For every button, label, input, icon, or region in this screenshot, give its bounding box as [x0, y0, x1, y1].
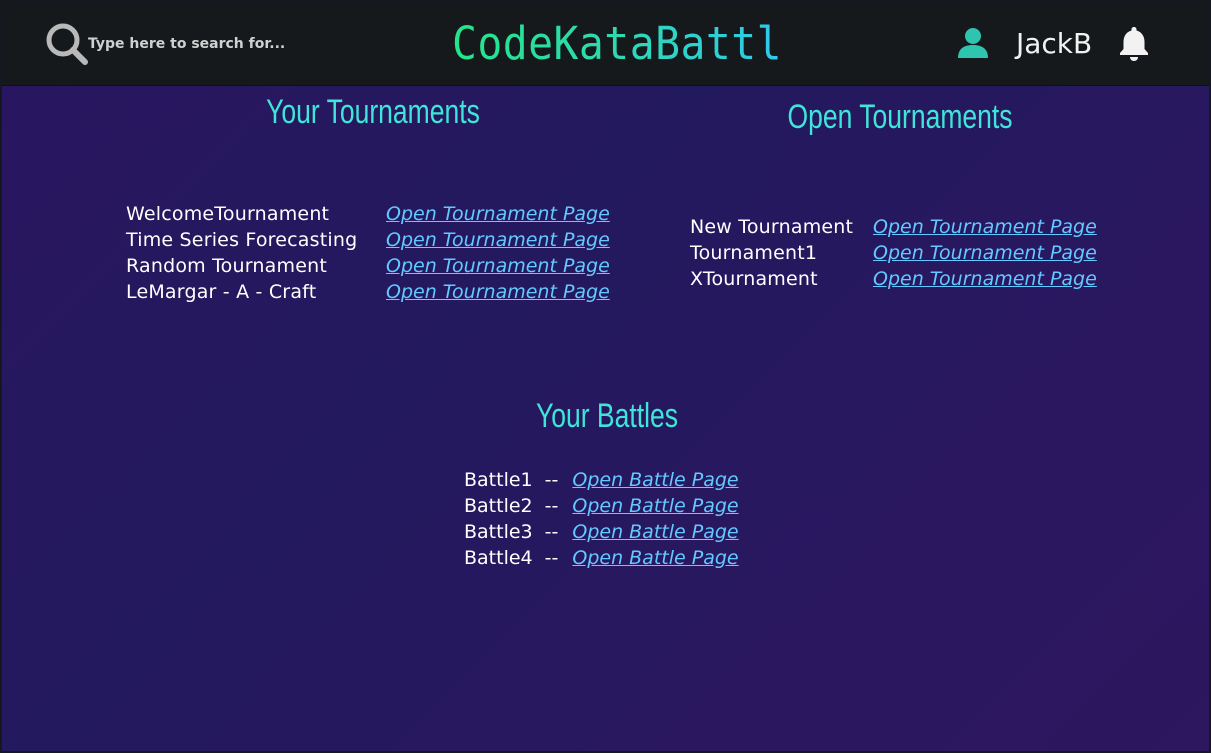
user-icon[interactable] — [956, 26, 990, 60]
tournament-row: XTournament Open Tournament Page — [690, 266, 1097, 292]
tournament-name: XTournament — [690, 268, 818, 290]
battle-row: Battle2 -- Open Battle Page — [464, 493, 739, 519]
battle-row: Battle3 -- Open Battle Page — [464, 519, 739, 545]
search-icon[interactable] — [44, 21, 90, 67]
open-tournament-page-link[interactable]: Open Tournament Page — [386, 281, 610, 303]
tournament-row: Random Tournament Open Tournament Page — [126, 253, 610, 279]
open-battle-page-link[interactable]: Open Battle Page — [572, 545, 738, 571]
open-tournament-page-link[interactable]: Open Tournament Page — [873, 242, 1097, 264]
tournament-name: WelcomeTournament — [126, 203, 330, 225]
battle-separator: -- — [544, 547, 559, 569]
open-battle-page-link[interactable]: Open Battle Page — [572, 519, 738, 545]
open-tournament-page-link[interactable]: Open Tournament Page — [386, 203, 610, 225]
top-navbar: CodeKataBattle JackB — [0, 0, 1211, 86]
tournament-name: LeMargar - A - Craft — [126, 281, 317, 303]
open-battle-page-link[interactable]: Open Battle Page — [572, 493, 738, 519]
open-tournament-page-link[interactable]: Open Tournament Page — [873, 268, 1097, 290]
tournament-row: WelcomeTournament Open Tournament Page — [126, 201, 610, 227]
tournament-name: Random Tournament — [126, 255, 327, 277]
battle-row: Battle1 -- Open Battle Page — [464, 467, 739, 493]
tournament-row: Time Series Forecasting Open Tournament … — [126, 227, 610, 253]
app-logo[interactable]: CodeKataBattle — [452, 14, 807, 74]
username[interactable]: JackB — [1016, 26, 1092, 62]
open-tournament-page-link[interactable]: Open Tournament Page — [386, 229, 610, 251]
tournament-row: Tournament1 Open Tournament Page — [690, 240, 1097, 266]
battle-name: Battle3 — [464, 521, 533, 543]
search-input[interactable] — [88, 32, 318, 56]
battle-separator: -- — [544, 521, 559, 543]
battle-name: Battle1 — [464, 469, 533, 491]
window-frame — [0, 0, 1211, 753]
tournament-row: New Tournament Open Tournament Page — [690, 214, 1097, 240]
tournament-name: Time Series Forecasting — [126, 229, 358, 251]
open-tournament-page-link[interactable]: Open Tournament Page — [386, 255, 610, 277]
open-tournament-page-link[interactable]: Open Tournament Page — [873, 216, 1097, 238]
battle-separator: -- — [544, 495, 559, 517]
battle-name: Battle2 — [464, 495, 533, 517]
tournament-name: Tournament1 — [690, 242, 818, 264]
battle-name: Battle4 — [464, 547, 533, 569]
open-battle-page-link[interactable]: Open Battle Page — [572, 467, 738, 493]
tournament-name: New Tournament — [690, 216, 854, 238]
open-tournaments-list: New Tournament Open Tournament Page Tour… — [690, 214, 1097, 292]
open-tournaments-heading: Open Tournaments — [787, 98, 1013, 136]
your-tournaments-heading: Your Tournaments — [266, 93, 480, 131]
tournament-row: LeMargar - A - Craft Open Tournament Pag… — [126, 279, 610, 305]
bell-icon[interactable] — [1116, 24, 1152, 62]
your-battles-heading: Your Battles — [535, 397, 679, 435]
search-bar — [44, 22, 324, 66]
battle-row: Battle4 -- Open Battle Page — [464, 545, 739, 571]
your-tournaments-list: WelcomeTournament Open Tournament Page T… — [126, 201, 610, 305]
battle-separator: -- — [544, 469, 559, 491]
